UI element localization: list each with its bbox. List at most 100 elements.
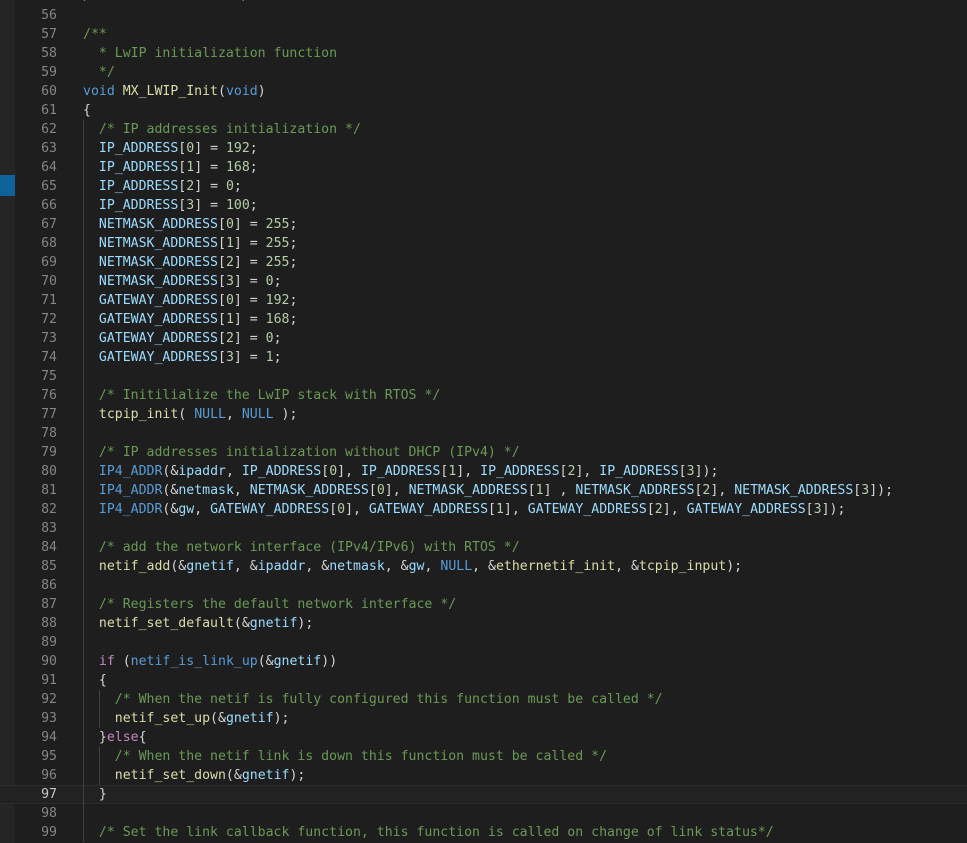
- code-line[interactable]: 68 NETMASK_ADDRESS[1] = 255;: [0, 234, 967, 253]
- code-token-plain: ;: [273, 331, 282, 346]
- code-token-num: 1: [225, 312, 234, 327]
- code-line[interactable]: 60 void MX_LWIP_Init(void): [0, 82, 967, 101]
- code-line[interactable]: 73 GATEWAY_ADDRESS[2] = 0;: [0, 329, 967, 348]
- code-line[interactable]: 66 IP_ADDRESS[3] = 100;: [0, 196, 967, 215]
- code-token-num: 0: [265, 274, 274, 289]
- line-number: 58: [41, 46, 57, 61]
- code-line[interactable]: 62 /* IP addresses initialization */: [0, 120, 967, 139]
- code-token-plain: ;: [273, 350, 282, 365]
- code-token-num: 1: [265, 350, 274, 365]
- code-token-var: IP_ADDRESS: [98, 179, 179, 194]
- code-lines[interactable]: 55/* USER CODE END 2 */5657/**58 * LwIP …: [0, 0, 967, 842]
- code-token-var: GATEWAY_ADDRESS: [98, 331, 218, 346]
- code-token-plain: ] ,: [543, 483, 576, 498]
- code-text: NETMASK_ADDRESS[2] = 255;: [83, 253, 298, 272]
- code-line[interactable]: 65 IP_ADDRESS[2] = 0;: [0, 177, 967, 196]
- code-token-plain: ,: [225, 464, 242, 479]
- code-token-plain: ] =: [233, 312, 266, 327]
- code-text: */: [83, 63, 115, 82]
- code-token-func: tcpip_init: [98, 407, 179, 422]
- code-line[interactable]: 74 GATEWAY_ADDRESS[3] = 1;: [0, 348, 967, 367]
- code-token-func: netif_set_up: [114, 711, 211, 726]
- code-token-plain: {: [83, 103, 91, 118]
- code-text: tcpip_init( NULL, NULL );: [83, 405, 298, 424]
- code-token-plain: , &: [233, 559, 258, 574]
- code-line[interactable]: 71 GATEWAY_ADDRESS[0] = 192;: [0, 291, 967, 310]
- code-line[interactable]: 84 /* add the network interface (IPv4/IP…: [0, 538, 967, 557]
- code-text: IP_ADDRESS[1] = 168;: [83, 158, 258, 177]
- code-line[interactable]: 72 GATEWAY_ADDRESS[1] = 168;: [0, 310, 967, 329]
- code-line[interactable]: 85 netif_add(&gnetif, &ipaddr, &netmask,…: [0, 557, 967, 576]
- code-line[interactable]: 94 }else{: [0, 728, 967, 747]
- code-line[interactable]: 96 netif_set_down(&gnetif);: [0, 766, 967, 785]
- line-number: 65: [41, 179, 57, 194]
- code-token-comment: */: [83, 65, 115, 80]
- code-line[interactable]: 69 NETMASK_ADDRESS[2] = 255;: [0, 253, 967, 272]
- code-line[interactable]: 93 netif_set_up(&gnetif);: [0, 709, 967, 728]
- code-editor[interactable]: 55/* USER CODE END 2 */5657/**58 * LwIP …: [0, 0, 967, 843]
- code-token-plain: ,: [233, 483, 250, 498]
- code-line[interactable]: 79 /* IP addresses initialization withou…: [0, 443, 967, 462]
- code-line[interactable]: 92 /* When the netif is fully configured…: [0, 690, 967, 709]
- line-number: 61: [41, 103, 57, 118]
- code-line[interactable]: 82 IP4_ADDR(&gw, GATEWAY_ADDRESS[0], GAT…: [0, 500, 967, 519]
- line-number: 59: [41, 65, 57, 80]
- code-line[interactable]: 83: [0, 519, 967, 538]
- code-line[interactable]: 99 /* Set the link callback function, th…: [0, 823, 967, 842]
- code-line[interactable]: 98: [0, 804, 967, 823]
- code-token-plain: [: [488, 502, 496, 517]
- code-text: netif_add(&gnetif, &ipaddr, &netmask, &g…: [83, 557, 742, 576]
- code-token-plain: );: [289, 768, 306, 783]
- code-line[interactable]: 90 if (netif_is_link_up(&gnetif)): [0, 652, 967, 671]
- code-line[interactable]: 58 * LwIP initialization function: [0, 44, 967, 63]
- code-token-plain: [: [217, 236, 226, 251]
- code-line[interactable]: 91 {: [0, 671, 967, 690]
- code-token-comment: /* IP addresses initialization without D…: [83, 445, 520, 460]
- code-line[interactable]: 89: [0, 633, 967, 652]
- code-line[interactable]: 86: [0, 576, 967, 595]
- code-line[interactable]: 56: [0, 6, 967, 25]
- code-token-num: 192: [265, 293, 290, 308]
- code-token-plain: }: [83, 787, 107, 802]
- code-line[interactable]: 81 IP4_ADDR(&netmask, NETMASK_ADDRESS[0]…: [0, 481, 967, 500]
- code-line[interactable]: 77 tcpip_init( NULL, NULL );: [0, 405, 967, 424]
- code-line[interactable]: 63 IP_ADDRESS[0] = 192;: [0, 139, 967, 158]
- code-line[interactable]: 57 /**: [0, 25, 967, 44]
- code-line[interactable]: 76 /* Initilialize the LwIP stack with R…: [0, 386, 967, 405]
- code-line[interactable]: 61 {: [0, 101, 967, 120]
- code-line[interactable]: 75: [0, 367, 967, 386]
- code-text: IP4_ADDR(&ipaddr, IP_ADDRESS[0], IP_ADDR…: [83, 462, 719, 481]
- code-line[interactable]: 70 NETMASK_ADDRESS[3] = 0;: [0, 272, 967, 291]
- line-number: 77: [41, 407, 57, 422]
- line-number: 88: [41, 616, 57, 631]
- code-token-comment: /* When the netif is fully configured th…: [83, 692, 663, 707]
- code-token-plain: (&: [162, 502, 179, 517]
- code-line[interactable]: 95 /* When the netif link is down this f…: [0, 747, 967, 766]
- code-line[interactable]: 88 netif_set_default(&gnetif);: [0, 614, 967, 633]
- code-token-var: netmask: [178, 483, 234, 498]
- code-token-comment: /* IP addresses initialization */: [83, 122, 361, 137]
- code-line[interactable]: 78: [0, 424, 967, 443]
- code-line[interactable]: 87 /* Registers the default network inte…: [0, 595, 967, 614]
- code-line[interactable]: 80 IP4_ADDR(&ipaddr, IP_ADDRESS[0], IP_A…: [0, 462, 967, 481]
- code-token-num: 3: [225, 274, 234, 289]
- line-number: 80: [41, 464, 57, 479]
- code-line[interactable]: 67 NETMASK_ADDRESS[0] = 255;: [0, 215, 967, 234]
- code-token-plain: ] =: [233, 350, 266, 365]
- code-token-plain: {: [83, 673, 107, 688]
- code-token-num: 255: [265, 255, 290, 270]
- code-line[interactable]: 64 IP_ADDRESS[1] = 168;: [0, 158, 967, 177]
- code-token-plain: ;: [273, 274, 282, 289]
- code-token-num: 2: [225, 255, 234, 270]
- code-line[interactable]: 97 }: [0, 785, 967, 804]
- code-token-plain: , &: [384, 559, 409, 574]
- code-token-plain: ;: [289, 217, 298, 232]
- code-line[interactable]: 59 */: [0, 63, 967, 82]
- code-token-comment: /**: [83, 27, 107, 42]
- line-number: 74: [41, 350, 57, 365]
